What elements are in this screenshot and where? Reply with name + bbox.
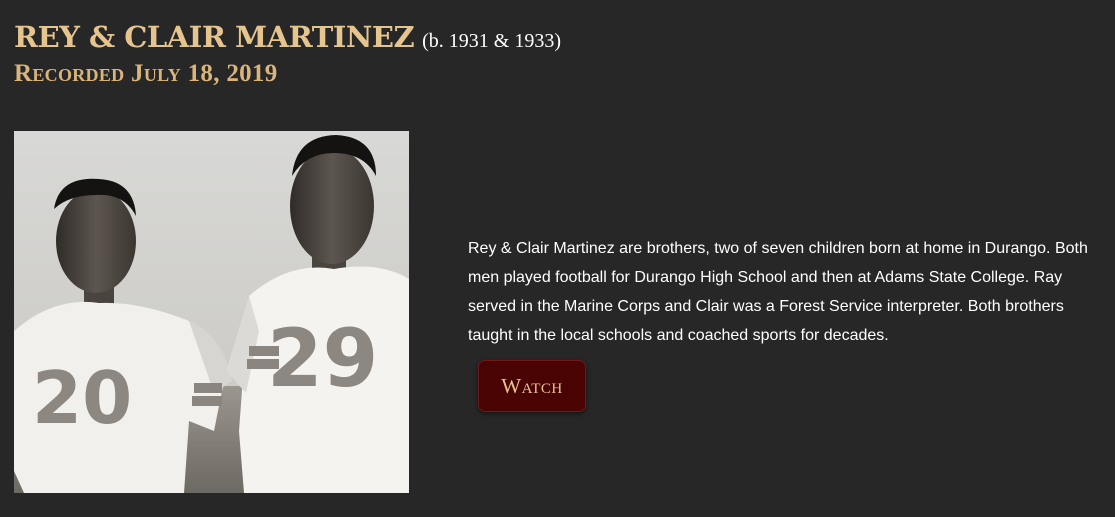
brothers-photo: 20 29: [14, 131, 409, 493]
title-row: REY & CLAIR MARTINEZ (b. 1931 & 1933): [14, 20, 1115, 54]
jersey-number-right: 29: [267, 312, 378, 405]
bio-paragraph: Rey & Clair Martinez are brothers, two o…: [468, 240, 1088, 344]
jersey-number-left: 20: [32, 356, 132, 440]
profile-page: REY & CLAIR MARTINEZ (b. 1931 & 1933) Re…: [0, 0, 1115, 517]
page-title: REY & CLAIR MARTINEZ: [14, 20, 415, 54]
birth-years: (b. 1931 & 1933): [422, 30, 562, 52]
recorded-date: Recorded July 18, 2019: [14, 60, 278, 87]
watch-button[interactable]: Watch: [478, 360, 586, 412]
